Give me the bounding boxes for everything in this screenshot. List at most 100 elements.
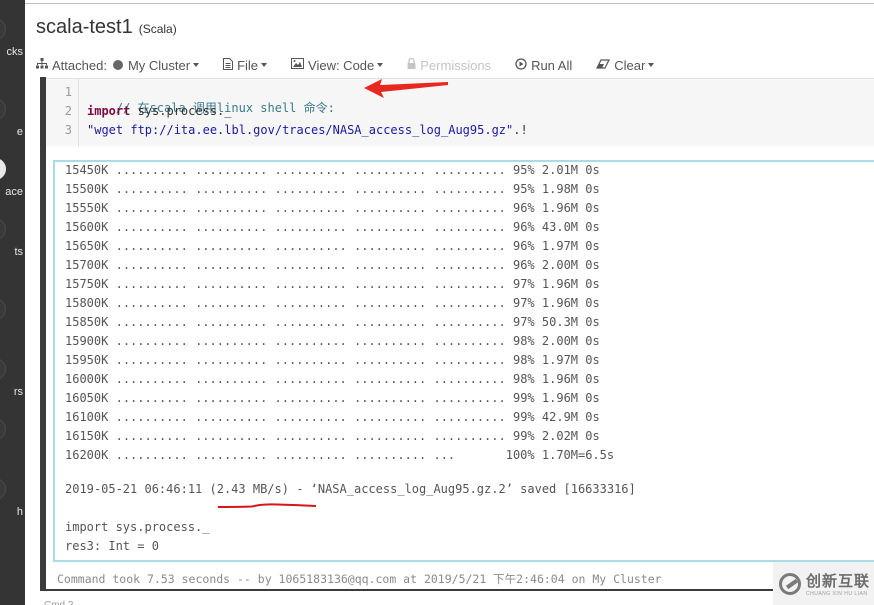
progress-dots: .......... .......... .......... .......…: [115, 429, 506, 443]
download-saved-line: 2019-05-21 06:46:11 (2.43 MB/s) - ‘NASA_…: [65, 482, 636, 496]
sidebar-item-label: ace: [5, 186, 23, 198]
line-number: 2: [64, 104, 72, 118]
run-all-label: Run All: [531, 57, 573, 73]
cluster-name: My Cluster: [127, 57, 191, 73]
view-menu-button[interactable]: View: Code: [291, 57, 384, 73]
progress-dots: .......... .......... .......... .......…: [115, 239, 506, 253]
clear-menu-button[interactable]: Clear: [596, 58, 655, 73]
file-icon: [223, 57, 234, 73]
eraser-icon: [596, 58, 611, 72]
code-keyword: import: [87, 104, 131, 118]
sidebar-item[interactable]: e: [0, 98, 25, 138]
sidebar-item[interactable]: [0, 298, 25, 338]
progress-offset: 16000K: [65, 372, 109, 386]
progress-speed: 50.3M: [541, 315, 579, 329]
notebook-language: (Scala): [138, 22, 177, 36]
notebook-title[interactable]: scala-test1: [36, 16, 133, 39]
progress-percent: 97%: [512, 296, 535, 310]
notebook-toolbar: Attached: My Cluster File View: Code Per…: [36, 56, 678, 74]
progress-offset: 16100K: [65, 410, 109, 424]
progress-percent: 96%: [512, 201, 535, 215]
run-all-button[interactable]: Run All: [515, 58, 572, 73]
progress-eta: 0s: [585, 429, 600, 443]
progress-speed: 1.70M=6.5s: [541, 448, 615, 462]
watermark-logo-icon: [779, 572, 801, 595]
progress-speed: 1.96M: [541, 277, 579, 291]
progress-offset: 15500K: [65, 182, 109, 196]
lock-icon: [407, 57, 416, 72]
progress-offset: 15700K: [65, 258, 109, 272]
progress-dots: .......... .......... .......... .......…: [115, 353, 506, 367]
progress-percent: 97%: [512, 315, 535, 329]
progress-row: 15900K .......... .......... .......... …: [65, 334, 600, 348]
progress-speed: 1.96M: [541, 296, 579, 310]
code-line-2: import sys.process._: [87, 104, 232, 118]
progress-offset: 15850K: [65, 315, 109, 329]
sidebar-item-label: ts: [14, 246, 23, 258]
sidebar-nav-icon: [0, 98, 6, 120]
sidebar-nav-icon: [0, 358, 6, 380]
progress-eta: 0s: [585, 372, 600, 386]
permissions-button[interactable]: Permissions: [407, 58, 491, 73]
progress-row: 16000K .......... .......... .......... …: [65, 372, 600, 386]
progress-speed: 42.9M: [541, 410, 579, 424]
sidebar-nav-icon: [0, 418, 6, 440]
line-number: 1: [64, 85, 72, 99]
progress-row: 15800K .......... .......... .......... …: [65, 296, 600, 310]
cell-output: 15450K .......... .......... .......... …: [53, 160, 874, 562]
progress-percent: 99%: [512, 429, 535, 443]
progress-speed: 2.00M: [541, 258, 579, 272]
progress-percent: 99%: [512, 391, 535, 405]
progress-offset: 15550K: [65, 201, 109, 215]
progress-eta: 0s: [585, 353, 600, 367]
progress-offset: 15600K: [65, 220, 109, 234]
progress-eta: 0s: [585, 410, 600, 424]
progress-dots: .......... .......... .......... .......…: [115, 296, 506, 310]
progress-speed: 2.01M: [541, 163, 579, 177]
code-text: sys.process._: [130, 104, 232, 118]
progress-speed: 2.00M: [541, 334, 579, 348]
progress-percent: 98%: [512, 334, 535, 348]
progress-dots: .......... .......... .......... .......…: [115, 201, 506, 215]
file-menu-button[interactable]: File: [223, 57, 268, 73]
progress-percent: 96%: [512, 258, 535, 272]
progress-dots: .......... .......... .......... .......…: [115, 334, 506, 348]
code-editor[interactable]: 1 2 3 // 在scala 调用linux shell 命令: import…: [46, 78, 874, 147]
progress-percent: 98%: [512, 372, 535, 386]
progress-offset: 15950K: [65, 353, 109, 367]
sidebar-item[interactable]: [0, 418, 25, 458]
progress-offset: 15800K: [65, 296, 109, 310]
progress-dots: .......... .......... .......... .......…: [115, 163, 506, 177]
sidebar-item[interactable]: cks: [0, 18, 25, 58]
line-number-gutter: 1 2 3: [46, 79, 79, 147]
progress-row: 16150K .......... .......... .......... …: [65, 429, 600, 443]
sidebar-item[interactable]: rs: [0, 358, 25, 398]
progress-row: 15450K .......... .......... .......... …: [65, 163, 600, 177]
sidebar-item[interactable]: h: [0, 478, 25, 518]
sidebar: cks e ace ts rs h: [0, 0, 25, 605]
sidebar-item[interactable]: ace: [0, 158, 25, 198]
notebook-header: scala-test1 (Scala): [36, 16, 177, 39]
file-label: File: [237, 57, 259, 73]
progress-percent: 95%: [512, 182, 535, 196]
progress-offset: 16200K: [65, 448, 109, 462]
progress-row: 15550K .......... .......... .......... …: [65, 201, 600, 215]
code-string: "wget ftp://ita.ee.lbl.gov/traces/NASA_a…: [87, 123, 514, 137]
progress-row: 15950K .......... .......... .......... …: [65, 353, 600, 367]
progress-dots: .......... .......... .......... .......…: [115, 220, 506, 234]
progress-dots: .......... .......... .......... .......…: [115, 277, 506, 291]
view-label: View: Code: [308, 57, 375, 73]
progress-percent: 95%: [512, 163, 535, 177]
cluster-status-icon: [112, 60, 123, 70]
sidebar-item[interactable]: ts: [0, 218, 25, 258]
progress-speed: 1.97M: [541, 353, 579, 367]
progress-dots: .......... .......... .......... .......…: [115, 258, 506, 272]
attached-cluster-dropdown[interactable]: Attached: My Cluster: [36, 57, 200, 73]
progress-percent: 96%: [512, 220, 535, 234]
sidebar-item-label: cks: [6, 46, 24, 58]
result-line: import sys.process._: [65, 520, 210, 534]
sitemap-icon: [36, 58, 48, 72]
chevron-down-icon: [648, 63, 655, 67]
chevron-down-icon: [193, 63, 200, 67]
progress-dots: .......... .......... .......... .......…: [115, 315, 506, 329]
